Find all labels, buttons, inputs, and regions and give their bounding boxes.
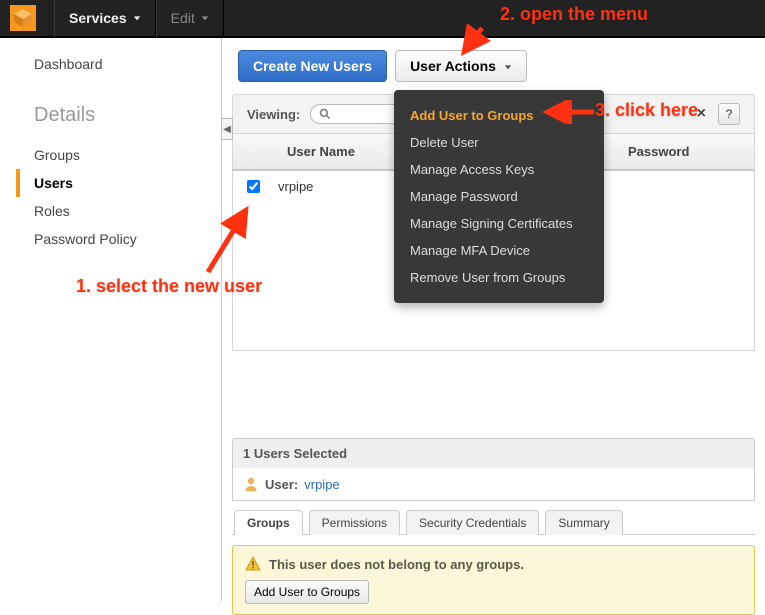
aws-logo-icon[interactable] bbox=[10, 5, 36, 31]
sidebar-item-password-policy[interactable]: Password Policy bbox=[34, 225, 221, 253]
tab-permissions[interactable]: Permissions bbox=[309, 510, 400, 535]
chevron-down-icon bbox=[201, 14, 209, 22]
menu-item-add-user-to-groups[interactable]: Add User to Groups bbox=[408, 102, 590, 129]
selection-count: 1 Users Selected bbox=[232, 438, 755, 468]
row-checkbox[interactable] bbox=[247, 180, 260, 193]
nav-edit-label: Edit bbox=[171, 10, 195, 26]
viewing-label: Viewing: bbox=[247, 107, 300, 122]
tab-security-credentials[interactable]: Security Credentials bbox=[406, 510, 539, 535]
menu-item-remove-user-from-groups[interactable]: Remove User from Groups bbox=[408, 264, 590, 291]
add-user-to-groups-button[interactable]: Add User to Groups bbox=[245, 580, 369, 604]
sidebar-details-heading: Details bbox=[34, 104, 221, 127]
row-username: vrpipe bbox=[278, 179, 313, 194]
user-actions-menu: Add User to Groups Delete User Manage Ac… bbox=[394, 90, 604, 303]
column-header-password[interactable]: Password bbox=[614, 134, 754, 169]
detail-tabs: Groups Permissions Security Credentials … bbox=[232, 509, 755, 535]
warning-icon bbox=[245, 556, 261, 572]
sidebar-item-users[interactable]: Users bbox=[16, 169, 221, 197]
search-icon bbox=[319, 108, 331, 120]
detail-panel: 1 Users Selected User: vrpipe Groups Per… bbox=[222, 438, 755, 615]
create-new-users-button[interactable]: Create New Users bbox=[238, 50, 387, 82]
sidebar-collapse-handle[interactable]: ◀ bbox=[221, 118, 233, 140]
sidebar-item-roles[interactable]: Roles bbox=[34, 197, 221, 225]
sidebar: Dashboard Details Groups Users Roles Pas… bbox=[0, 38, 222, 601]
user-label: User: bbox=[265, 477, 298, 492]
menu-item-manage-password[interactable]: Manage Password bbox=[408, 183, 590, 210]
user-actions-button[interactable]: User Actions bbox=[395, 50, 527, 82]
no-groups-notice: This user does not belong to any groups.… bbox=[232, 545, 755, 615]
sidebar-item-groups[interactable]: Groups bbox=[34, 141, 221, 169]
menu-item-manage-mfa-device[interactable]: Manage MFA Device bbox=[408, 237, 590, 264]
chevron-down-icon bbox=[504, 63, 512, 71]
top-nav: Services Edit bbox=[0, 0, 765, 38]
user-icon bbox=[243, 476, 259, 492]
menu-item-manage-access-keys[interactable]: Manage Access Keys bbox=[408, 156, 590, 183]
nav-edit[interactable]: Edit bbox=[156, 0, 224, 37]
main-panel: ◀ Create New Users User Actions Viewing:… bbox=[222, 38, 765, 601]
toolbar: Create New Users User Actions bbox=[238, 50, 755, 82]
tab-summary[interactable]: Summary bbox=[545, 510, 622, 535]
selected-user-line: User: vrpipe bbox=[232, 468, 755, 501]
menu-item-manage-signing-certificates[interactable]: Manage Signing Certificates bbox=[408, 210, 590, 237]
user-link[interactable]: vrpipe bbox=[304, 477, 339, 492]
cube-icon bbox=[13, 8, 33, 28]
nav-services-label: Services bbox=[69, 10, 127, 26]
chevron-down-icon bbox=[133, 14, 141, 22]
notice-text: This user does not belong to any groups. bbox=[269, 557, 524, 572]
close-icon[interactable]: × bbox=[691, 105, 712, 123]
menu-item-delete-user[interactable]: Delete User bbox=[408, 129, 590, 156]
tab-groups[interactable]: Groups bbox=[234, 510, 303, 535]
nav-services[interactable]: Services bbox=[54, 0, 156, 37]
help-button[interactable]: ? bbox=[718, 103, 740, 125]
sidebar-dashboard[interactable]: Dashboard bbox=[34, 56, 221, 72]
user-actions-label: User Actions bbox=[410, 58, 496, 74]
